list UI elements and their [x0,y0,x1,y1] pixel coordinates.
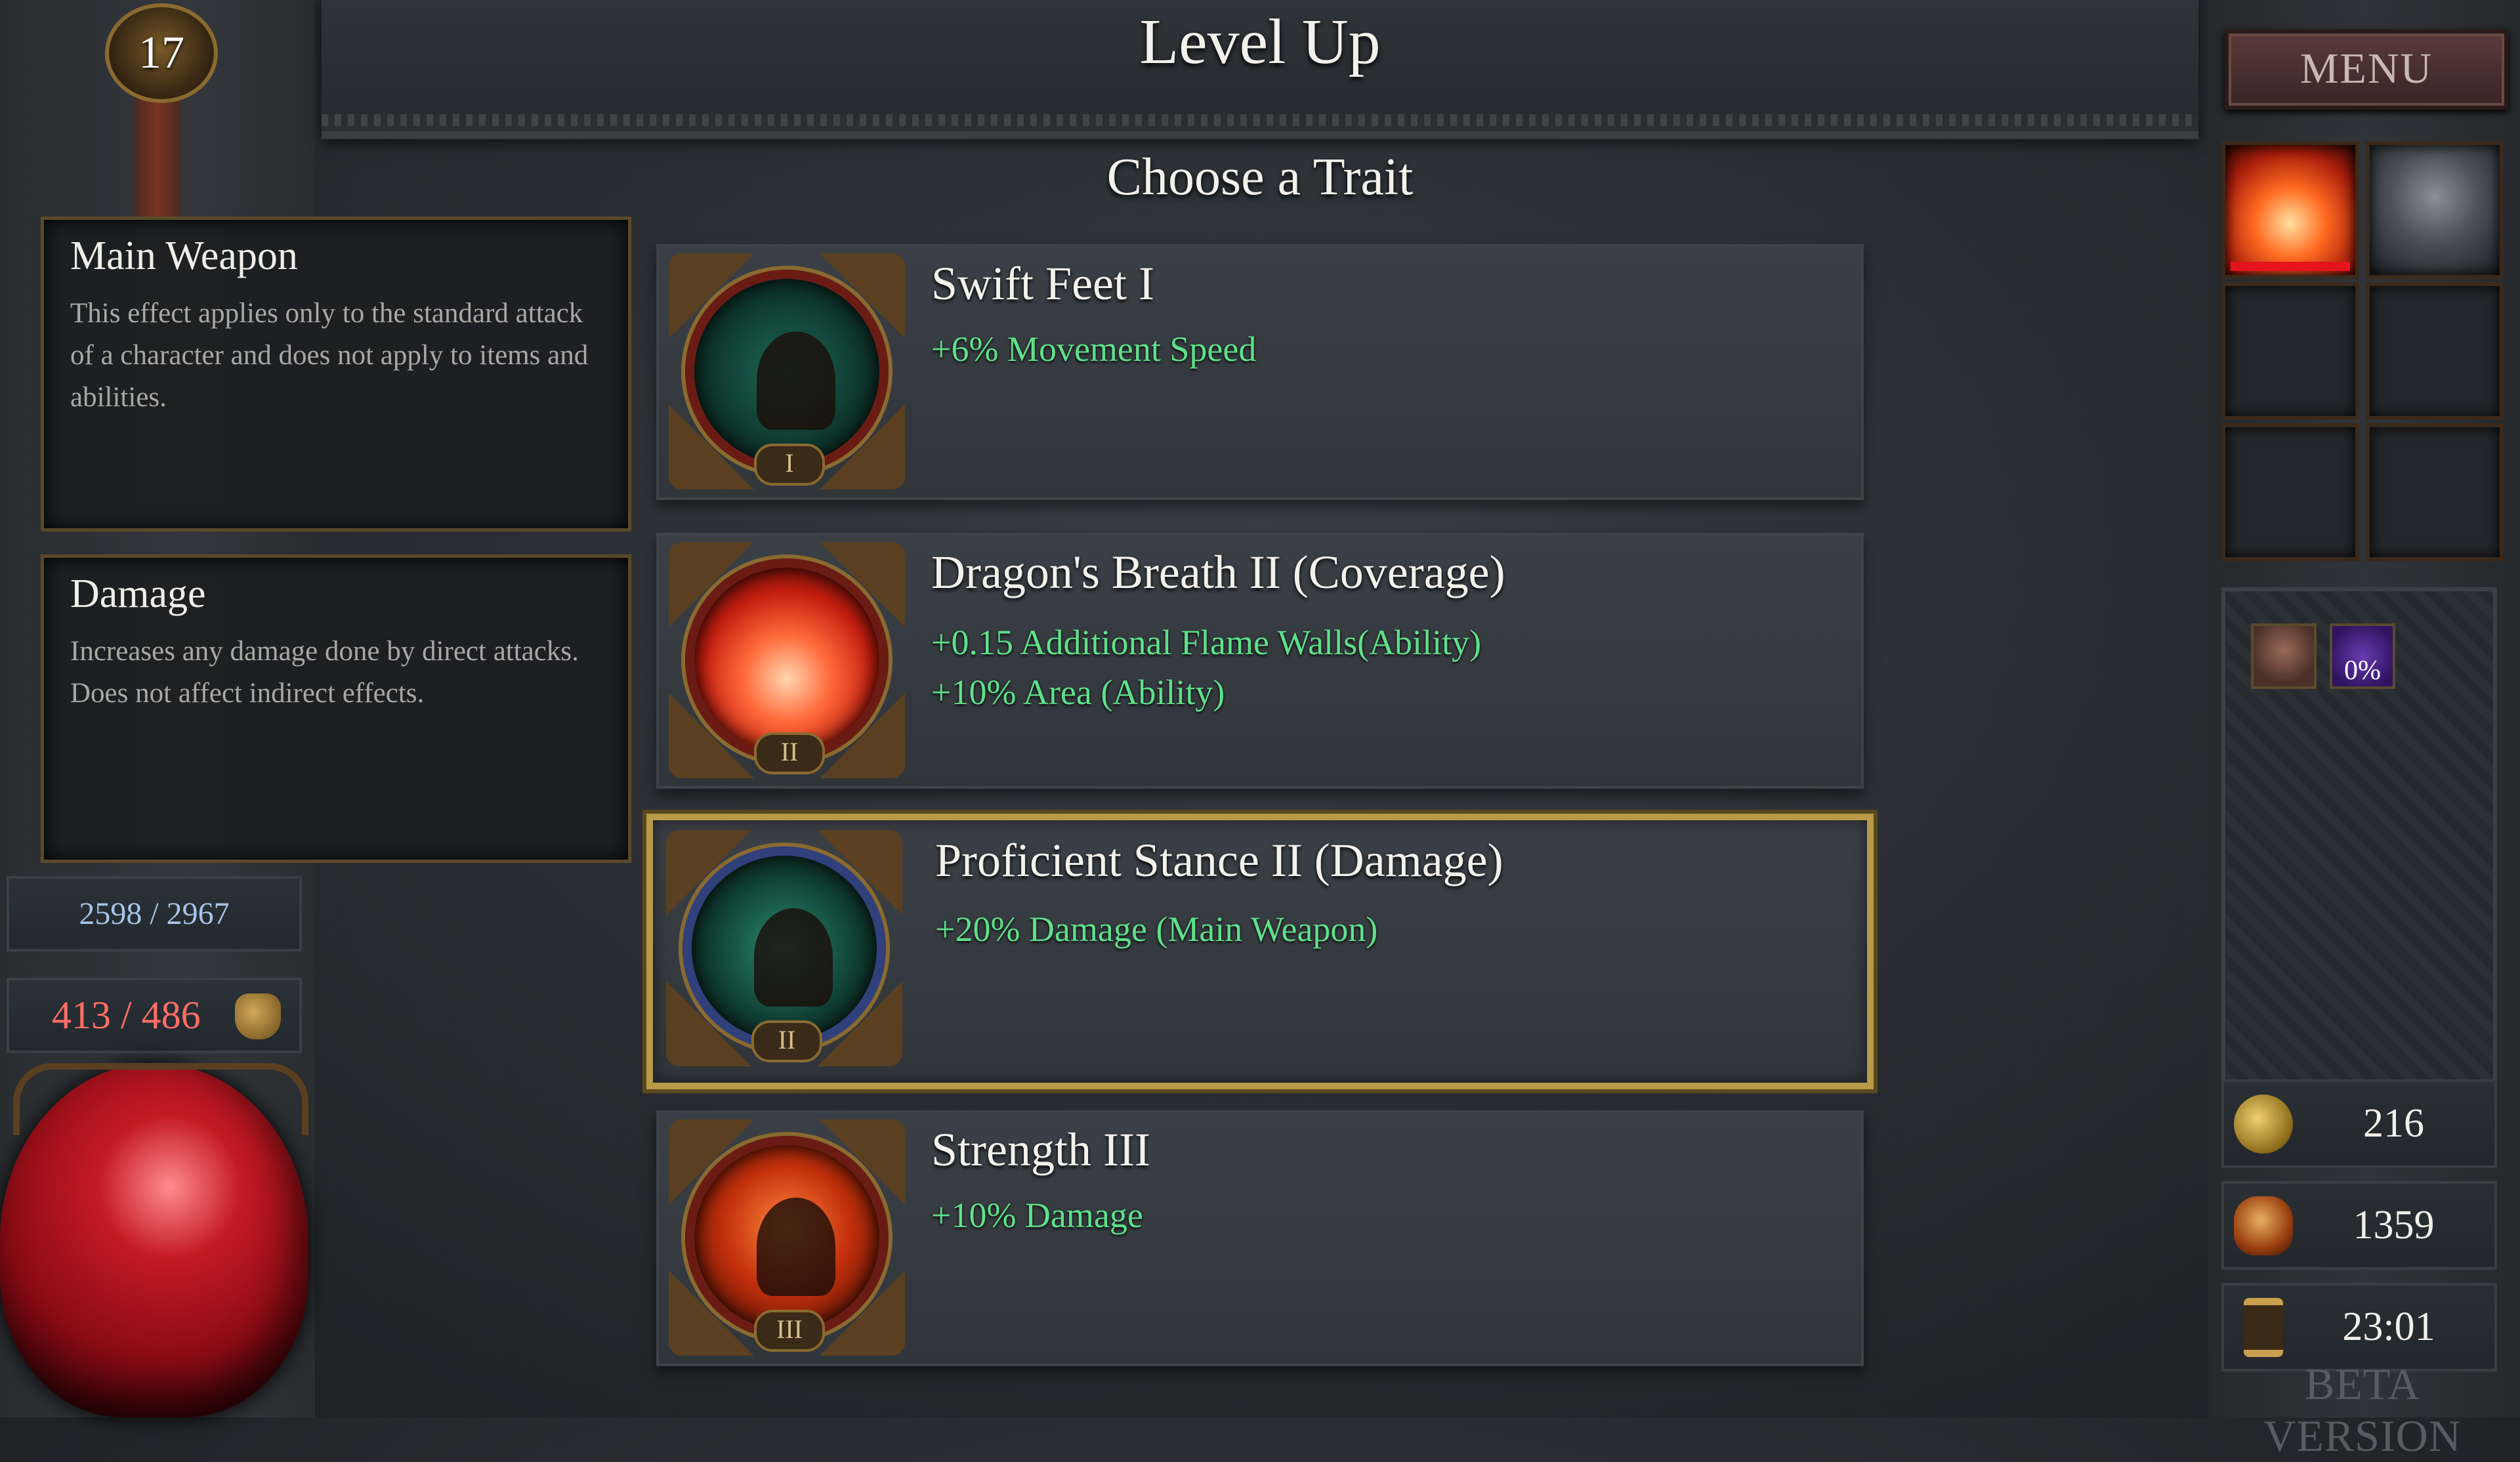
trait-rank-badge: I [754,444,825,486]
figure-silhouette [757,1198,835,1296]
trait-rank-badge: III [754,1310,825,1352]
trait-icon-frame: III [669,1119,905,1356]
orb-frame-decoration [13,1063,308,1135]
trait-name: Proficient Stance II (Damage) [935,834,1503,887]
passive-golem-icon[interactable] [2251,623,2317,689]
kill-counter: 1359 [2221,1181,2497,1270]
trait-card-strength[interactable]: III Strength III +10% Damage [656,1110,1864,1366]
stance-figure-icon [682,846,886,1050]
trait-card-swift-feet[interactable]: I Swift Feet I +6% Movement Speed [656,244,1864,500]
page-subtitle: Choose a Trait [1106,148,1414,206]
trait-rank-badge: II [751,1020,822,1062]
empty-slot[interactable] [2221,423,2359,561]
tooltip-body: Increases any damage done by direct atta… [70,636,579,709]
trait-effect: +10% Damage [931,1196,1143,1235]
chain-decoration [135,98,180,217]
trait-name: Swift Feet I [931,257,1154,310]
ability-slot-fire[interactable] [2221,141,2359,279]
level-number: 17 [138,28,184,78]
trait-name: Strength III [931,1123,1150,1176]
tooltip-body: This effect applies only to the standard… [70,298,589,413]
figure-silhouette [754,908,833,1007]
gold-counter: 216 [2221,1079,2497,1168]
trait-icon-frame: II [666,830,902,1066]
passive-buff-icon[interactable]: 0% [2330,623,2395,689]
empty-slot[interactable] [2221,282,2359,420]
running-figure-icon [685,270,889,473]
banner-ornament [322,114,2198,126]
heart-icon [235,993,281,1039]
strength-figure-icon [685,1136,889,1339]
tooltip-main-weapon: Main Weapon This effect applies only to … [41,217,631,532]
cooldown-bar [2231,262,2350,271]
mana-value: 2598 / 2967 [79,896,230,931]
kills-value: 1359 [2353,1203,2435,1247]
trait-effect: +20% Damage (Main Weapon) [935,909,1378,949]
trait-card-proficient-stance[interactable]: II Proficient Stance II (Damage) +20% Da… [646,814,1874,1089]
time-value: 23:01 [2342,1305,2435,1349]
ability-slot-golem[interactable] [2366,141,2504,279]
trait-rank-badge: II [754,732,825,774]
mana-display: 2598 / 2967 [7,876,302,951]
trait-card-dragons-breath[interactable]: II Dragon's Breath II (Coverage) +0.15 A… [656,533,1864,789]
skull-icon [2234,1196,2293,1255]
beta-version-label: BETA VERSION [2263,1359,2462,1461]
health-value: 413 / 486 [52,993,201,1037]
trait-icon-frame: I [669,253,905,490]
hourglass-icon [2244,1297,2283,1357]
trait-icon-frame: II [669,542,905,778]
coin-icon [2234,1094,2293,1154]
tooltip-title: Main Weapon [70,234,298,278]
buff-percent: 0% [2344,656,2381,686]
fire-icon [685,558,889,762]
gold-value: 216 [2363,1101,2424,1146]
page-title: Level Up [1139,7,1381,77]
tooltip-damage: Damage Increases any damage done by dire… [41,554,631,863]
empty-slot[interactable] [2366,282,2504,420]
empty-slot[interactable] [2366,423,2504,561]
figure-silhouette [757,331,835,430]
tooltip-title: Damage [70,572,206,616]
health-display: 413 / 486 [7,978,302,1053]
menu-button[interactable]: MENU [2225,30,2508,110]
trait-effect: +0.15 Additional Flame Walls(Ability) [931,623,1482,662]
trait-name: Dragon's Breath II (Coverage) [931,546,1505,598]
trait-effect: +10% Area (Ability) [931,673,1225,712]
trait-effect: +6% Movement Speed [931,329,1257,369]
level-badge: 17 [105,3,218,103]
